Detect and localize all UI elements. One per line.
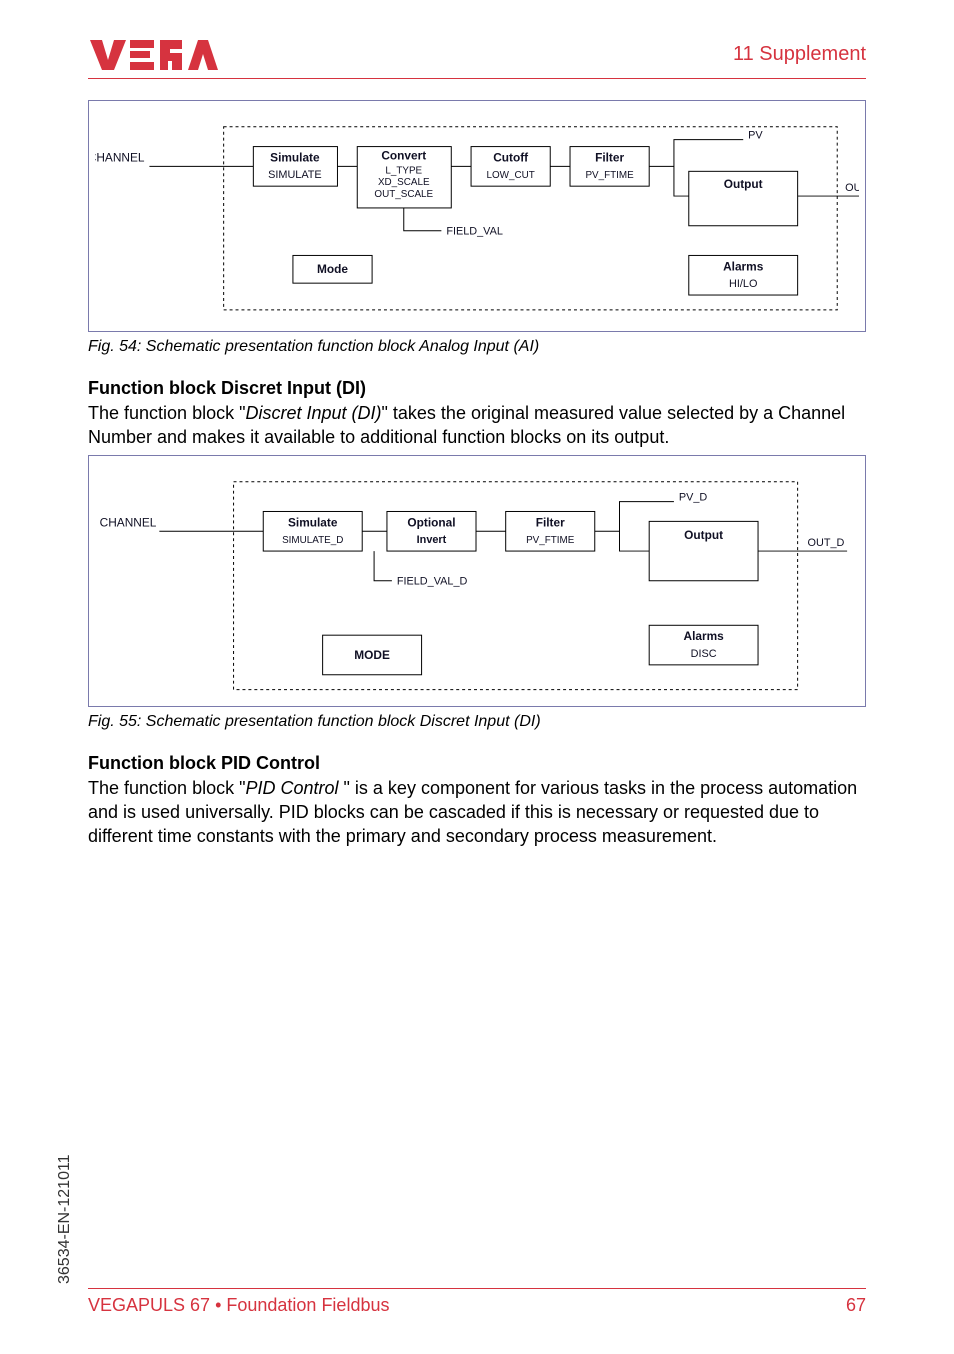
di-text-a: The function block " (88, 403, 245, 423)
di-heading: Function block Discret Input (DI) (88, 378, 866, 399)
svg-text:DISC: DISC (691, 648, 717, 660)
svg-text:SIMULATE: SIMULATE (268, 169, 322, 181)
svg-text:PV_FTIME: PV_FTIME (585, 170, 634, 181)
pid-text-a: The function block " (88, 778, 245, 798)
svg-text:CHANNEL: CHANNEL (95, 150, 145, 164)
pid-heading: Function block PID Control (88, 753, 866, 774)
svg-text:OUT_D: OUT_D (808, 537, 845, 549)
pid-text-em: PID Control (245, 778, 343, 798)
figure-54-caption: Fig. 54: Schematic presentation function… (88, 338, 866, 356)
figure-54-diagram: Simulate SIMULATE Convert L_TYPE XD_SCAL… (95, 107, 859, 325)
footer-left: VEGAPULS 67 • Foundation Fieldbus (88, 1295, 389, 1316)
svg-text:OUT: OUT (845, 182, 859, 194)
svg-text:Output: Output (684, 529, 723, 543)
svg-text:HI/LO: HI/LO (729, 278, 757, 290)
page-footer: VEGAPULS 67 • Foundation Fieldbus 67 (88, 1288, 866, 1316)
svg-text:Mode: Mode (317, 262, 348, 276)
svg-text:FIELD_VAL: FIELD_VAL (446, 226, 503, 238)
svg-text:PV: PV (748, 130, 763, 142)
svg-text:Filter: Filter (595, 150, 624, 164)
svg-text:Optional: Optional (407, 516, 455, 530)
svg-text:OUT_SCALE: OUT_SCALE (374, 189, 433, 200)
figure-55-caption: Fig. 55: Schematic presentation function… (88, 713, 866, 731)
di-paragraph: The function block "Discret Input (DI)" … (88, 401, 866, 450)
svg-text:PV_FTIME: PV_FTIME (526, 535, 575, 546)
svg-text:Filter: Filter (536, 516, 565, 530)
content-area: Simulate SIMULATE Convert L_TYPE XD_SCAL… (88, 100, 866, 855)
svg-text:SIMULATE_D: SIMULATE_D (282, 535, 343, 546)
page-header: 11 Supplement (88, 30, 866, 79)
svg-text:Convert: Convert (381, 148, 426, 162)
svg-text:MODE: MODE (354, 648, 390, 662)
svg-text:XD_SCALE: XD_SCALE (378, 177, 430, 188)
figure-54-frame: Simulate SIMULATE Convert L_TYPE XD_SCAL… (88, 100, 866, 332)
svg-text:Simulate: Simulate (270, 150, 320, 164)
svg-text:L_TYPE: L_TYPE (385, 165, 422, 176)
svg-text:FIELD_VAL_D: FIELD_VAL_D (397, 576, 468, 588)
svg-text:Alarms: Alarms (723, 259, 764, 273)
document-id: 36534-EN-121011 (56, 1154, 74, 1284)
svg-text:CHANNEL: CHANNEL (100, 516, 157, 530)
section-label: 11 Supplement (733, 43, 866, 66)
svg-text:Alarms: Alarms (684, 629, 725, 643)
svg-text:Output: Output (724, 177, 763, 191)
svg-text:LOW_CUT: LOW_CUT (487, 170, 535, 181)
svg-text:PV_D: PV_D (679, 492, 708, 504)
pid-paragraph: The function block "PID Control " is a k… (88, 776, 866, 849)
figure-55-diagram: Simulate SIMULATE_D Optional Invert Filt… (95, 462, 859, 700)
svg-text:Invert: Invert (417, 534, 447, 546)
di-text-em: Discret Input (DI) (245, 403, 381, 423)
vega-logo (88, 36, 218, 72)
figure-55-frame: Simulate SIMULATE_D Optional Invert Filt… (88, 455, 866, 707)
footer-page-number: 67 (846, 1295, 866, 1316)
svg-text:Simulate: Simulate (288, 516, 338, 530)
svg-text:Cutoff: Cutoff (493, 150, 528, 164)
page: 11 Supplement Simulate SIMULATE Convert … (0, 0, 954, 1354)
